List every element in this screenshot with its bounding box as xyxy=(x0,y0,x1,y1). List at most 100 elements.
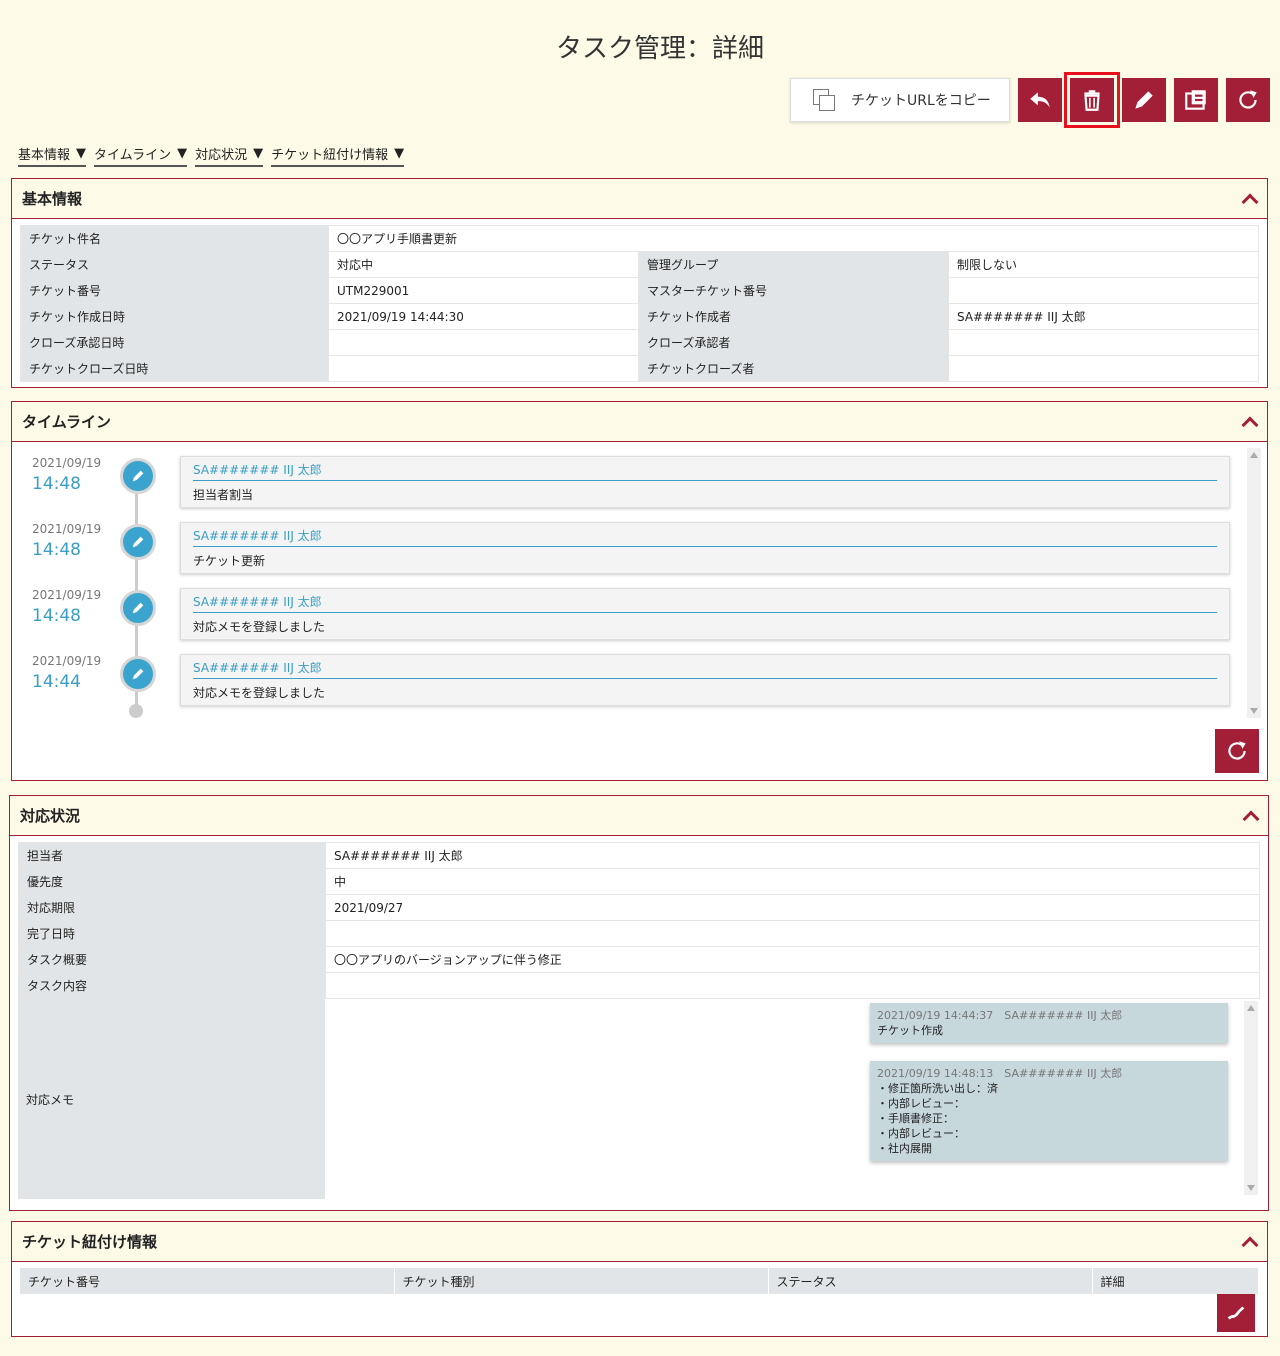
triangle-down-icon: ▼ xyxy=(177,146,188,161)
field-value xyxy=(948,355,1259,382)
memo-line: ・修正箇所洗い出し：済 xyxy=(877,1082,998,1095)
field-value: 2021/09/19 14:44:30 xyxy=(328,303,639,330)
ticket-icon xyxy=(1185,90,1206,110)
field-label: チケット作成日時 xyxy=(20,303,329,330)
field-value xyxy=(325,972,1260,999)
pencil-icon xyxy=(120,656,156,692)
table-row: クローズ承認日時 クローズ承認者 xyxy=(20,329,1259,356)
scroll-up-icon xyxy=(1250,452,1258,458)
reload-button[interactable] xyxy=(1226,78,1270,122)
page-title: タスク管理：詳細 xyxy=(555,34,764,64)
timeline-scrollbar[interactable] xyxy=(1247,448,1261,718)
anchor-label: 基本情報 xyxy=(18,148,71,163)
field-label: マスターチケット番号 xyxy=(638,277,949,304)
linked-tickets-table: チケット番号 チケット種別 ステータス 詳細 xyxy=(20,1268,1259,1294)
pencil-icon xyxy=(120,590,156,626)
field-value: 2021/09/27 xyxy=(325,894,1260,921)
timeline-time: 14:48 xyxy=(32,606,81,626)
delete-button[interactable] xyxy=(1064,72,1120,128)
section-anchors: 基本情報 ▼ タイムライン ▼ 対応状況 ▼ チケット紐付け情報 ▼ xyxy=(18,144,405,167)
pencil-icon xyxy=(120,458,156,494)
field-label: 管理グループ xyxy=(638,251,949,278)
triangle-down-icon: ▼ xyxy=(253,146,264,161)
table-row: 完了日時 xyxy=(18,920,1260,947)
basic-info-table: チケット件名 〇〇アプリ手順書更新 ステータス 対応中 管理グループ 制限しない チケット番… xyxy=(20,225,1259,382)
timeline-card: SA####### IIJ 太郎 対応メモを登録しました xyxy=(180,654,1230,706)
collapse-chevron-icon[interactable] xyxy=(1242,811,1258,821)
field-label: 担当者 xyxy=(18,842,326,869)
timeline-user[interactable]: SA####### IIJ 太郎 xyxy=(193,659,1217,679)
field-label: クローズ承認者 xyxy=(638,329,949,356)
timeline-message: 担当者割当 xyxy=(193,488,254,502)
pencil-icon xyxy=(1135,91,1153,109)
table-row: チケット番号 UTM229001 マスターチケット番号 xyxy=(20,277,1259,304)
memo-row: 対応メモ 2021/09/19 14:44:37 SA####### IIJ 太… xyxy=(18,999,1260,1199)
timeline-date: 2021/09/19 xyxy=(32,654,102,668)
memo-card: 2021/09/19 14:48:13 SA####### IIJ 太郎 ・修正箇… xyxy=(870,1061,1228,1161)
anchor-timeline[interactable]: タイムライン ▼ xyxy=(94,144,188,167)
timeline-user[interactable]: SA####### IIJ 太郎 xyxy=(193,527,1217,547)
timeline-reload-button[interactable] xyxy=(1215,729,1259,773)
linked-tickets-header: チケット紐付け情報 xyxy=(12,1222,1267,1262)
memo-line: ・内部レビュー： xyxy=(877,1127,965,1140)
memo-line: チケット作成 xyxy=(877,1024,943,1037)
field-value xyxy=(948,329,1259,356)
field-value: SA####### IIJ 太郎 xyxy=(948,303,1259,330)
field-value: 対応中 xyxy=(328,251,639,278)
pencil-icon xyxy=(120,524,156,560)
anchor-linked-tickets[interactable]: チケット紐付け情報 ▼ xyxy=(271,144,405,167)
field-label: 対応期限 xyxy=(18,894,326,921)
field-value: 〇〇アプリのバージョンアップに伴う修正 xyxy=(325,946,1260,973)
timeline-user[interactable]: SA####### IIJ 太郎 xyxy=(193,461,1217,481)
column-header: ステータス xyxy=(768,1268,1093,1294)
timeline-message: 対応メモを登録しました xyxy=(193,620,326,634)
memo-label: 対応メモ xyxy=(18,999,325,1199)
timeline-title: タイムライン xyxy=(22,413,111,431)
field-label: タスク概要 xyxy=(18,946,326,973)
collapse-chevron-icon[interactable] xyxy=(1241,194,1257,204)
field-label: チケット作成者 xyxy=(638,303,949,330)
status-panel: 対応状況 担当者 SA####### IIJ 太郎 優先度中対応期限 2021/09/… xyxy=(9,795,1269,1211)
timeline-user[interactable]: SA####### IIJ 太郎 xyxy=(193,593,1217,613)
table-row: チケット作成日時 2021/09/19 14:44:30 チケット作成者 SA####… xyxy=(20,303,1259,330)
timeline-panel: タイムライン 2021/09/19 14:48 SA####### IIJ 太郎 担当… xyxy=(11,401,1268,781)
ticket-button[interactable] xyxy=(1174,78,1218,122)
column-header: 詳細 xyxy=(1092,1268,1259,1294)
basic-info-title: 基本情報 xyxy=(22,190,83,208)
copy-icon xyxy=(813,89,835,111)
copy-url-button[interactable]: チケットURLをコピー xyxy=(790,78,1010,122)
memo-scrollbar[interactable] xyxy=(1244,1001,1258,1195)
field-label: クローズ承認日時 xyxy=(20,329,329,356)
status-title: 対応状況 xyxy=(20,807,81,825)
collapse-chevron-icon[interactable] xyxy=(1241,1237,1257,1247)
scroll-down-icon xyxy=(1247,1185,1255,1191)
link-icon xyxy=(1227,1306,1245,1320)
timeline-end-dot xyxy=(129,704,143,718)
basic-info-header: 基本情報 xyxy=(12,179,1267,219)
back-icon xyxy=(1030,92,1050,108)
field-value: 〇〇アプリ手順書更新 xyxy=(328,225,1259,252)
timeline-time: 14:48 xyxy=(32,474,81,494)
reload-icon xyxy=(1228,741,1246,760)
timeline-time: 14:48 xyxy=(32,540,81,560)
anchor-label: タイムライン xyxy=(94,148,172,163)
edit-button[interactable] xyxy=(1122,78,1166,122)
memo-meta: 2021/09/19 14:44:37 SA####### IIJ 太郎 xyxy=(877,1009,1123,1022)
field-value xyxy=(948,277,1259,304)
field-value xyxy=(325,920,1260,947)
anchor-basic-info[interactable]: 基本情報 ▼ xyxy=(18,144,87,167)
timeline-header: タイムライン xyxy=(12,402,1267,442)
linked-tickets-panel: チケット紐付け情報 チケット番号 チケット種別 ステータス 詳細 xyxy=(11,1221,1268,1337)
table-row: タスク概要 〇〇アプリのバージョンアップに伴う修正 xyxy=(18,946,1260,973)
anchor-status[interactable]: 対応状況 ▼ xyxy=(195,144,264,167)
timeline-date: 2021/09/19 xyxy=(32,456,102,470)
memo-line: ・社内展開 xyxy=(877,1142,932,1155)
timeline-card: SA####### IIJ 太郎 チケット更新 xyxy=(180,522,1230,574)
field-label: 優先度 xyxy=(18,868,326,895)
table-row: ステータス 対応中 管理グループ 制限しない xyxy=(20,251,1259,278)
field-label: タスク内容 xyxy=(18,972,326,999)
link-ticket-button[interactable] xyxy=(1217,1294,1255,1332)
back-button[interactable] xyxy=(1018,78,1062,122)
collapse-chevron-icon[interactable] xyxy=(1241,417,1257,427)
field-value xyxy=(328,355,639,382)
